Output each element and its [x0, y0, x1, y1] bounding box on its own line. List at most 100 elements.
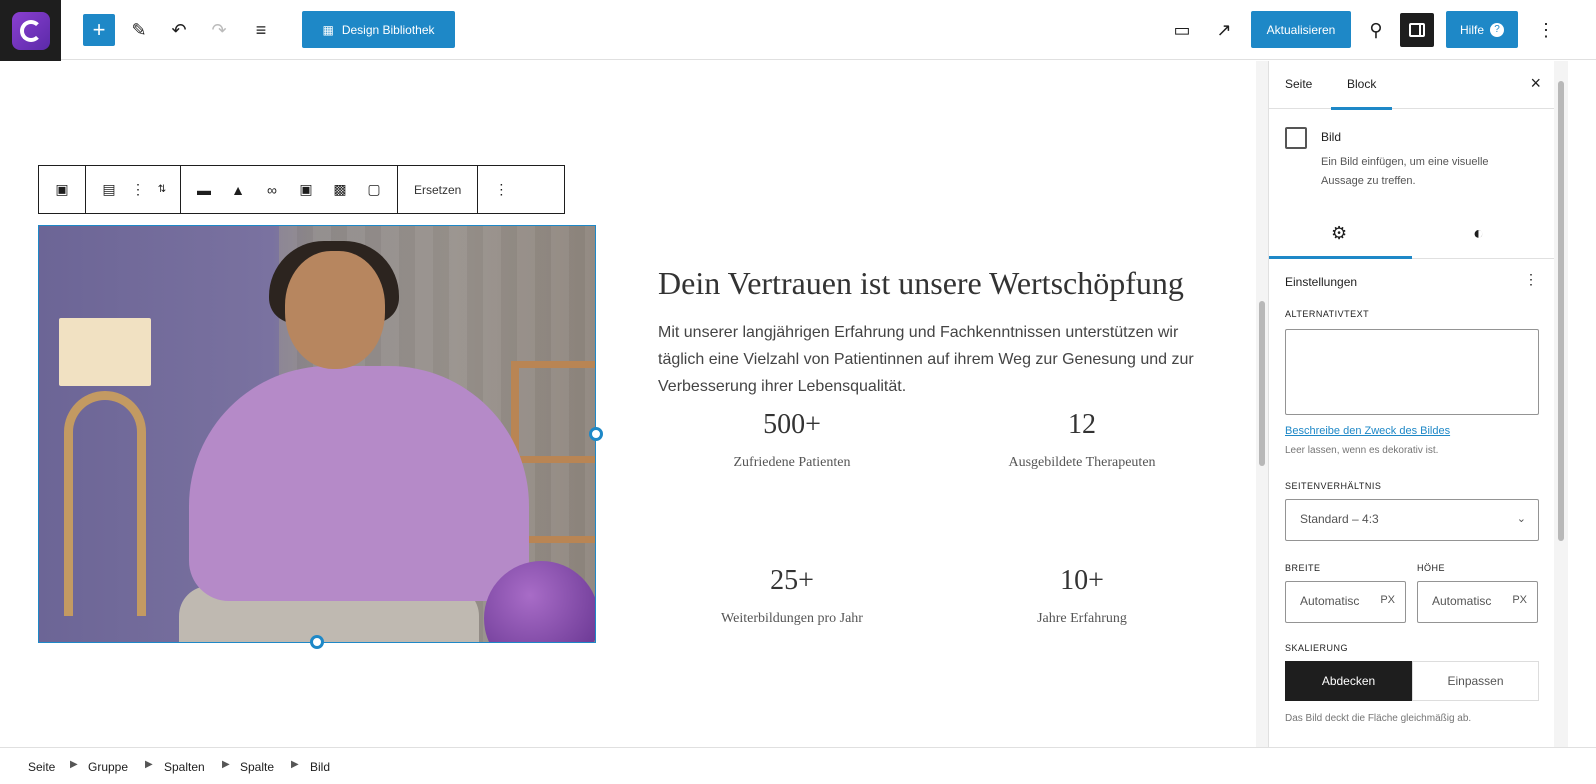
caption-icon[interactable]: ▢ [357, 173, 391, 207]
width-label: BREITE [1285, 563, 1321, 573]
close-icon[interactable]: × [1530, 73, 1541, 94]
update-label: Aktualisieren [1266, 22, 1336, 37]
crop-icon[interactable]: ▣ [289, 173, 323, 207]
stat-label: Zufriedene Patienten [733, 455, 851, 470]
alt-text-hint: Leer lassen, wenn es dekorativ ist. [1285, 445, 1439, 456]
tab-block[interactable]: Block [1331, 77, 1393, 110]
selected-image-block[interactable] [38, 225, 596, 643]
settings-gear-icon[interactable]: ⚙ [1331, 223, 1347, 244]
library-icon: ▦ [322, 22, 334, 37]
duotone-icon[interactable]: ▲ [221, 173, 255, 207]
styles-contrast-icon[interactable]: ◐ [1473, 223, 1484, 244]
parent-block-icon[interactable]: ▣ [45, 173, 79, 207]
stat-label: Jahre Erfahrung [1037, 611, 1127, 626]
device-preview-icon[interactable]: ▭ [1166, 14, 1198, 46]
help-button[interactable]: Hilfe ? [1446, 11, 1518, 48]
alt-text-label: ALTERNATIVTEXT [1285, 309, 1370, 319]
settings-panel-title[interactable]: Einstellungen [1285, 275, 1357, 289]
stat-label: Ausgebildete Therapeuten [1008, 455, 1156, 470]
breadcrumb-image[interactable]: Bild [310, 760, 330, 774]
scale-cover-button[interactable]: Abdecken [1285, 661, 1412, 701]
breadcrumb-separator-icon: ▶ [145, 759, 153, 770]
width-value: Automatisc [1300, 594, 1360, 608]
section-paragraph[interactable]: Mit unserer langjährigen Erfahrung und F… [658, 319, 1198, 400]
image-block-icon [1285, 127, 1307, 149]
design-library-label: Design Bibliothek [341, 22, 435, 37]
breadcrumb-group[interactable]: Gruppe [88, 760, 128, 774]
alt-text-input[interactable] [1285, 329, 1539, 415]
site-logo-button[interactable] [0, 0, 61, 61]
help-label: Hilfe [1459, 22, 1484, 37]
drag-handle-icon[interactable]: ⋮ [126, 173, 150, 207]
stat-experience[interactable]: 10+ Jahre Erfahrung [942, 565, 1222, 627]
add-block-button[interactable]: + [83, 14, 115, 46]
aspect-ratio-label: SEITENVERHÄLTNIS [1285, 481, 1382, 491]
panel-options-icon[interactable]: ⋮ [1524, 271, 1538, 288]
aspect-ratio-select[interactable]: Standard – 4:3 ⌄ [1285, 499, 1539, 541]
sidebar-scrollbar[interactable] [1554, 61, 1568, 747]
parent-block-group: ▣ [39, 166, 86, 213]
width-unit[interactable]: PX [1380, 594, 1395, 606]
height-label: HÖHE [1417, 563, 1446, 573]
list-view-icon[interactable]: ≡ [245, 14, 277, 46]
tab-page[interactable]: Seite [1285, 77, 1312, 91]
replace-button[interactable]: Ersetzen [404, 183, 471, 197]
update-button[interactable]: Aktualisieren [1251, 11, 1351, 48]
stat-trainings[interactable]: 25+ Weiterbildungen pro Jahr [652, 565, 932, 627]
stat-value: 25+ [770, 565, 814, 596]
height-input[interactable]: Automatisc PX [1417, 581, 1538, 623]
sidebar-icon [1409, 23, 1425, 37]
height-value: Automatisc [1432, 594, 1492, 608]
resize-handle-bottom[interactable] [310, 635, 324, 649]
stat-therapists[interactable]: 12 Ausgebildete Therapeuten [942, 409, 1222, 471]
options-menu-icon[interactable]: ⋮ [1530, 14, 1562, 46]
canvas-scrollbar[interactable] [1256, 61, 1268, 747]
pen-tool-icon[interactable]: ✎ [123, 14, 155, 46]
breadcrumb-page[interactable]: Seite [28, 760, 55, 774]
text-overlay-icon[interactable]: ▩ [323, 173, 357, 207]
help-icon: ? [1490, 22, 1504, 37]
breadcrumb-columns[interactable]: Spalten [164, 760, 205, 774]
resize-handle-right[interactable] [589, 427, 603, 441]
alt-text-help-link[interactable]: Beschreibe den Zweck des Bildes [1285, 425, 1450, 437]
inspector-tabs: ⚙ ◐ [1269, 211, 1555, 259]
scale-contain-button[interactable]: Einpassen [1412, 661, 1539, 701]
undo-icon[interactable]: ↶ [163, 14, 195, 46]
aspect-ratio-value: Standard – 4:3 [1300, 512, 1379, 526]
redo-icon[interactable]: ↷ [203, 14, 235, 46]
align-icon[interactable]: ▬ [187, 173, 221, 207]
editor-header: + ✎ ↶ ↷ ≡ ▦ Design Bibliothek ▭ ↗ Aktual… [0, 0, 1596, 61]
block-type-group: ▤ ⋮ ⇅ [86, 166, 181, 213]
stat-value: 10+ [1060, 565, 1104, 596]
block-description: Ein Bild einfügen, um eine visuelle Auss… [1321, 156, 1489, 187]
breadcrumb-column[interactable]: Spalte [240, 760, 274, 774]
move-up-down-icon[interactable]: ⇅ [150, 173, 174, 207]
image-block-icon[interactable]: ▤ [92, 173, 126, 207]
block-toolbar: ▣ ▤ ⋮ ⇅ ▬ ▲ ∞ ▣ ▩ ▢ Ersetzen ⋮ [38, 165, 565, 214]
replace-group: Ersetzen [398, 166, 479, 213]
scale-label: SKALIERUNG [1285, 643, 1349, 653]
design-library-button[interactable]: ▦ Design Bibliothek [302, 11, 455, 48]
settings-sidebar: Seite Block × Bild Ein Bild einfügen, um… [1268, 61, 1555, 747]
breadcrumb-separator-icon: ▶ [222, 759, 230, 770]
section-heading[interactable]: Dein Vertrauen ist unsere Wertschöpfung [658, 265, 1184, 302]
therapist-photo [39, 226, 595, 642]
scale-hint: Das Bild deckt die Fläche gleichmäßig ab… [1285, 713, 1472, 724]
share-icon[interactable]: ⚲ [1360, 14, 1392, 46]
link-icon[interactable]: ∞ [255, 173, 289, 207]
settings-sidebar-toggle[interactable] [1400, 13, 1434, 47]
chevron-down-icon: ⌄ [1516, 513, 1526, 525]
block-breadcrumb: Seite ▶ Gruppe ▶ Spalten ▶ Spalte ▶ Bild [0, 747, 1596, 784]
more-group: ⋮ [478, 166, 524, 213]
block-title: Bild [1321, 130, 1342, 144]
stat-patients[interactable]: 500+ Zufriedene Patienten [652, 409, 932, 471]
height-unit[interactable]: PX [1512, 594, 1527, 606]
sidebar-tabs: Seite Block × [1269, 61, 1555, 110]
stat-value: 500+ [763, 409, 821, 440]
more-options-icon[interactable]: ⋮ [484, 173, 518, 207]
stat-value: 12 [1068, 409, 1096, 440]
width-input[interactable]: Automatisc PX [1285, 581, 1406, 623]
image-tools-group: ▬ ▲ ∞ ▣ ▩ ▢ [181, 166, 398, 213]
view-external-icon[interactable]: ↗ [1208, 14, 1240, 46]
logo-icon [11, 11, 50, 50]
